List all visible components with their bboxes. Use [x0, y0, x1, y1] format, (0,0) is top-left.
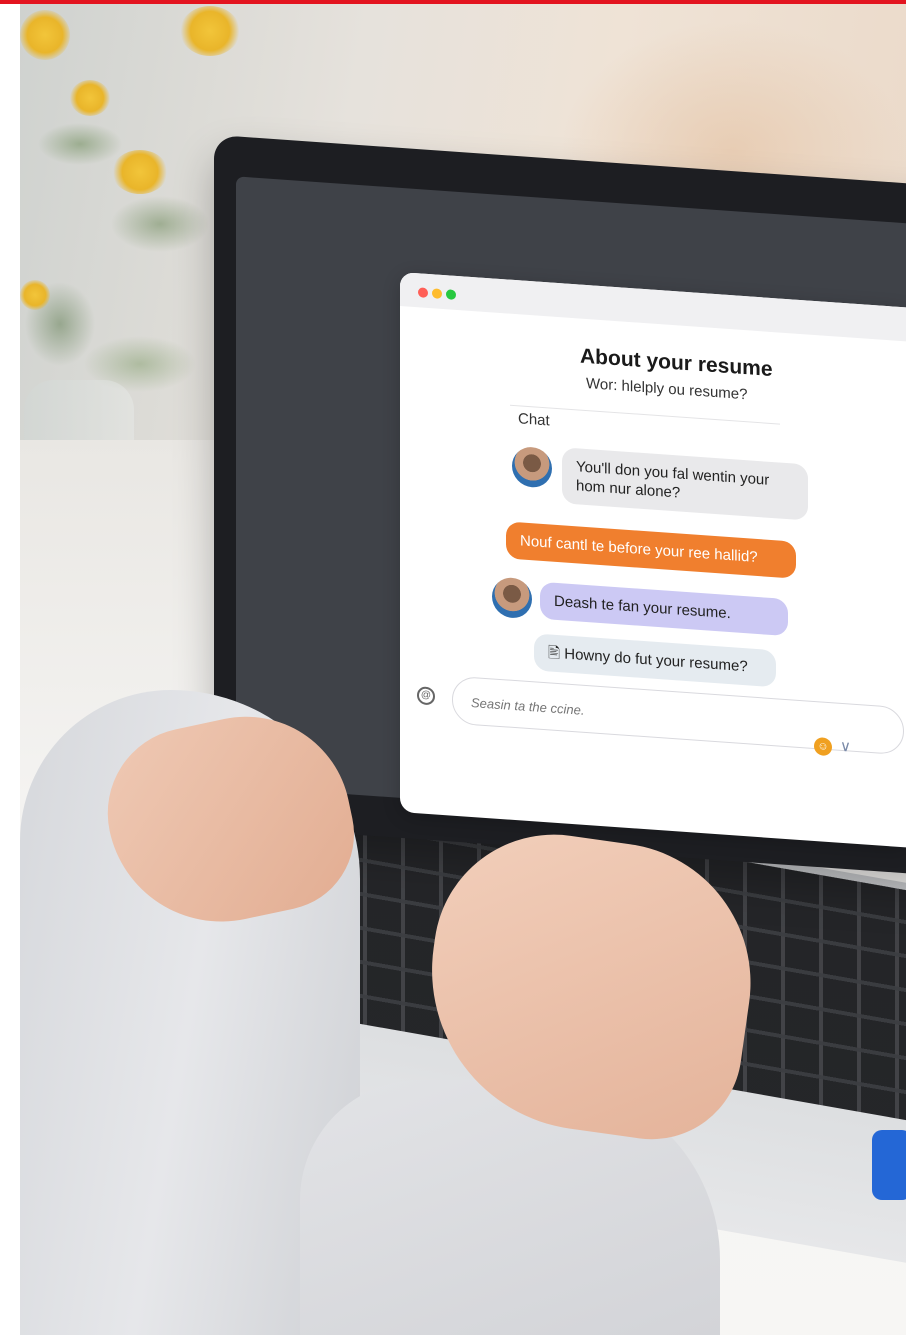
message-bubble-4-text: Howny do fut your resume?	[564, 645, 748, 676]
window-minimize-button[interactable]	[432, 288, 442, 299]
chat-subtitle: Wor: hlelply ou resume?	[586, 375, 748, 404]
assistant-avatar	[512, 445, 552, 489]
flower	[70, 80, 110, 116]
document-icon: 🖹	[548, 644, 561, 663]
emoji-icon[interactable]: ☺	[814, 736, 832, 757]
left-border-strip	[0, 4, 20, 1335]
photo-scene: About your resume Wor: hlelply ou resume…	[0, 0, 906, 1335]
send-chevron-icon[interactable]: ∨	[840, 737, 851, 756]
smartphone	[872, 1130, 906, 1200]
assistant-avatar	[492, 576, 532, 620]
flower	[180, 6, 240, 56]
message-input-row[interactable]: @	[417, 675, 904, 756]
message-bubble-1: You'll don you fal wentin your hom nur a…	[562, 447, 808, 521]
attach-icon[interactable]: @	[417, 686, 435, 706]
flower	[20, 280, 50, 310]
chat-window: About your resume Wor: hlelply ou resume…	[400, 272, 906, 848]
flower	[112, 150, 168, 194]
header-divider	[510, 404, 780, 425]
flower	[20, 10, 70, 60]
window-maximize-button[interactable]	[446, 289, 456, 300]
message-bubble-2: Nouf cantl te before your ree hallid?	[506, 521, 796, 579]
window-close-button[interactable]	[418, 287, 428, 298]
chat-section-label: Chat	[518, 410, 550, 430]
message-input[interactable]	[469, 690, 773, 735]
message-bubble-4: 🖹 Howny do fut your resume?	[534, 633, 776, 688]
message-bubble-3: Deash te fan your resume.	[540, 581, 788, 637]
